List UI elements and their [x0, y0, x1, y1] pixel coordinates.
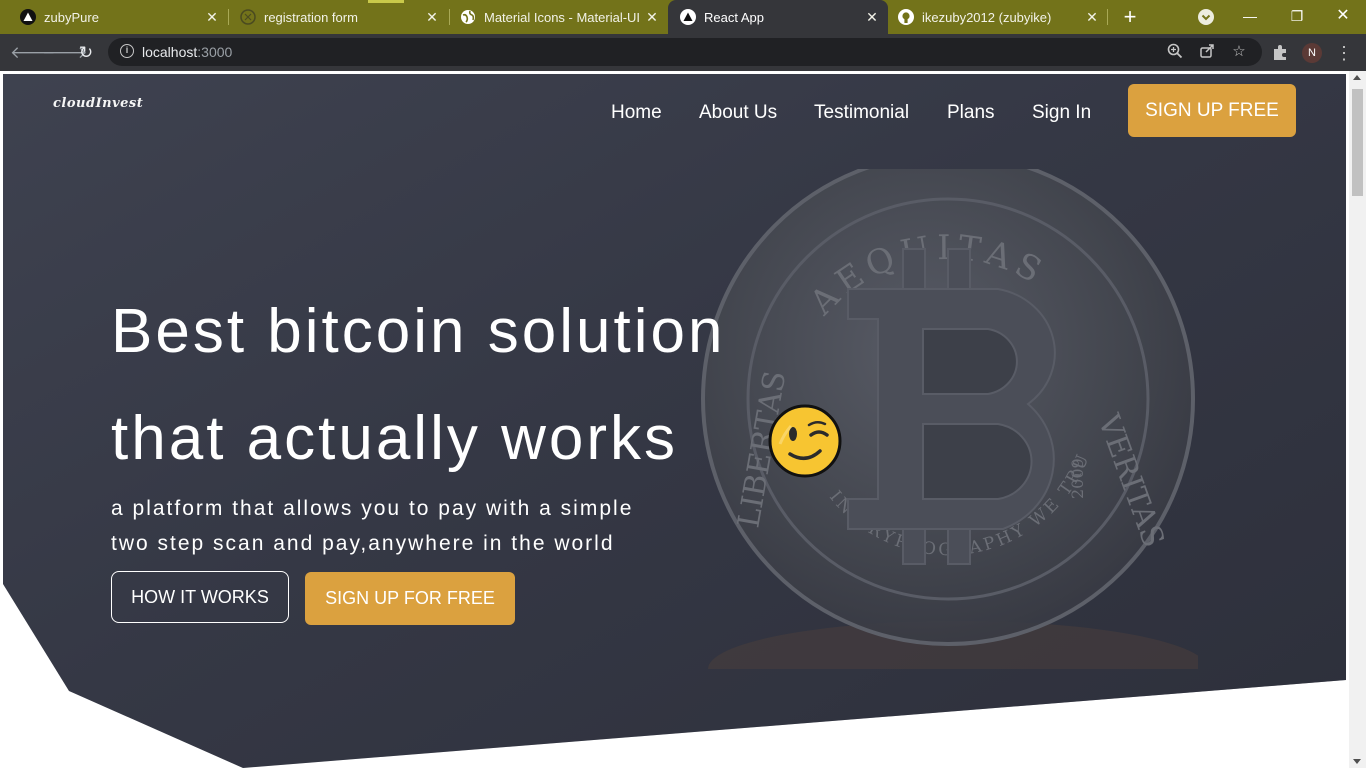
address-bar[interactable]: i localhost:3000 ☆	[108, 38, 1262, 66]
winking-face-icon	[768, 404, 842, 478]
sign-up-for-free-button[interactable]: SIGN UP FOR FREE	[305, 572, 515, 625]
bookmark-star-icon[interactable]: ☆	[1230, 43, 1248, 61]
tab-title: zubyPure	[44, 9, 99, 25]
close-tab-icon[interactable]: ✕	[642, 9, 662, 26]
hero-section: AEQUITAS IN CRYPTOGRAPHY WE TRUST VERITA…	[3, 74, 1346, 768]
new-tab-plus-icon[interactable]: +	[1118, 5, 1142, 29]
site-info-icon[interactable]: i	[120, 44, 134, 58]
nav-testimonial[interactable]: Testimonial	[814, 102, 909, 124]
how-it-works-button[interactable]: HOW IT WORKS	[111, 571, 289, 623]
tab-title: React App	[704, 9, 764, 25]
close-tab-icon[interactable]: ✕	[202, 9, 222, 26]
restore-icon[interactable]: ❐	[1285, 4, 1309, 28]
tab-title: Material Icons - Material-UI	[484, 9, 641, 25]
tab-github[interactable]: ikezuby2012 (zubyike) ✕	[888, 0, 1108, 34]
close-window-icon[interactable]: ✕	[1331, 4, 1355, 28]
site-logo[interactable]: cloudInvest	[53, 96, 143, 111]
close-tab-icon[interactable]: ✕	[422, 9, 442, 26]
tab-separator	[1107, 9, 1108, 25]
hero-headline-line1: Best bitcoin solution	[111, 297, 726, 366]
forward-arrow-icon[interactable]: 🡒	[42, 41, 88, 65]
close-tab-icon[interactable]: ✕	[1082, 9, 1102, 26]
nav-home[interactable]: Home	[611, 102, 662, 124]
sign-up-free-button[interactable]: SIGN UP FREE	[1128, 84, 1296, 137]
nav-sign-in[interactable]: Sign In	[1032, 102, 1091, 124]
tab-title: registration form	[264, 9, 358, 25]
github-icon	[898, 9, 914, 25]
url-host: localhost	[142, 44, 198, 60]
tab-zubypure[interactable]: zubyPure ✕	[0, 0, 228, 34]
zoom-icon[interactable]	[1166, 43, 1184, 61]
close-tab-icon[interactable]: ✕	[862, 9, 882, 26]
browser-tabstrip: zubyPure ✕ registration form ✕ Material …	[0, 0, 1366, 34]
tab-registration-form[interactable]: registration form ✕	[220, 0, 448, 34]
hero-subtext-line2: two step scan and pay,anywhere in the wo…	[111, 532, 615, 555]
triangle-logo-icon	[20, 9, 36, 25]
compass-icon	[240, 9, 256, 25]
globe-icon	[460, 9, 476, 25]
more-menu-icon[interactable]: ⋮	[1334, 43, 1354, 63]
share-icon[interactable]	[1198, 43, 1216, 61]
page-scrollbar[interactable]	[1349, 71, 1366, 768]
reload-icon[interactable]: ↻	[74, 41, 98, 65]
tab-title: ikezuby2012 (zubyike)	[922, 9, 1052, 25]
coin-year-text: 2009	[1068, 458, 1087, 499]
tab-search-icon[interactable]	[1198, 9, 1214, 25]
profile-avatar[interactable]: N	[1302, 43, 1322, 63]
extensions-puzzle-icon[interactable]	[1270, 43, 1290, 63]
hero-subtext-line1: a platform that allows you to pay with a…	[111, 497, 634, 520]
url-text[interactable]: localhost:3000	[142, 44, 232, 60]
hero-headline-line2: that actually works	[111, 404, 678, 473]
scrollbar-thumb[interactable]	[1352, 89, 1363, 196]
minimize-icon[interactable]: —	[1238, 4, 1262, 28]
page-viewport: AEQUITAS IN CRYPTOGRAPHY WE TRUST VERITA…	[0, 71, 1366, 768]
nav-plans[interactable]: Plans	[947, 102, 995, 124]
scroll-up-arrow-icon[interactable]	[1353, 75, 1361, 80]
triangle-logo-icon	[680, 9, 696, 25]
nav-about-us[interactable]: About Us	[699, 102, 777, 124]
tab-react-app[interactable]: React App ✕	[668, 0, 888, 34]
scroll-down-arrow-icon[interactable]	[1353, 759, 1361, 764]
url-port: :3000	[197, 44, 233, 60]
back-arrow-icon[interactable]: 🡐	[10, 41, 56, 65]
tab-material-icons[interactable]: Material Icons - Material-UI ✕	[440, 0, 668, 34]
browser-toolbar: 🡐 🡒 ↻ i localhost:3000 ☆ N ⋮	[0, 34, 1366, 71]
